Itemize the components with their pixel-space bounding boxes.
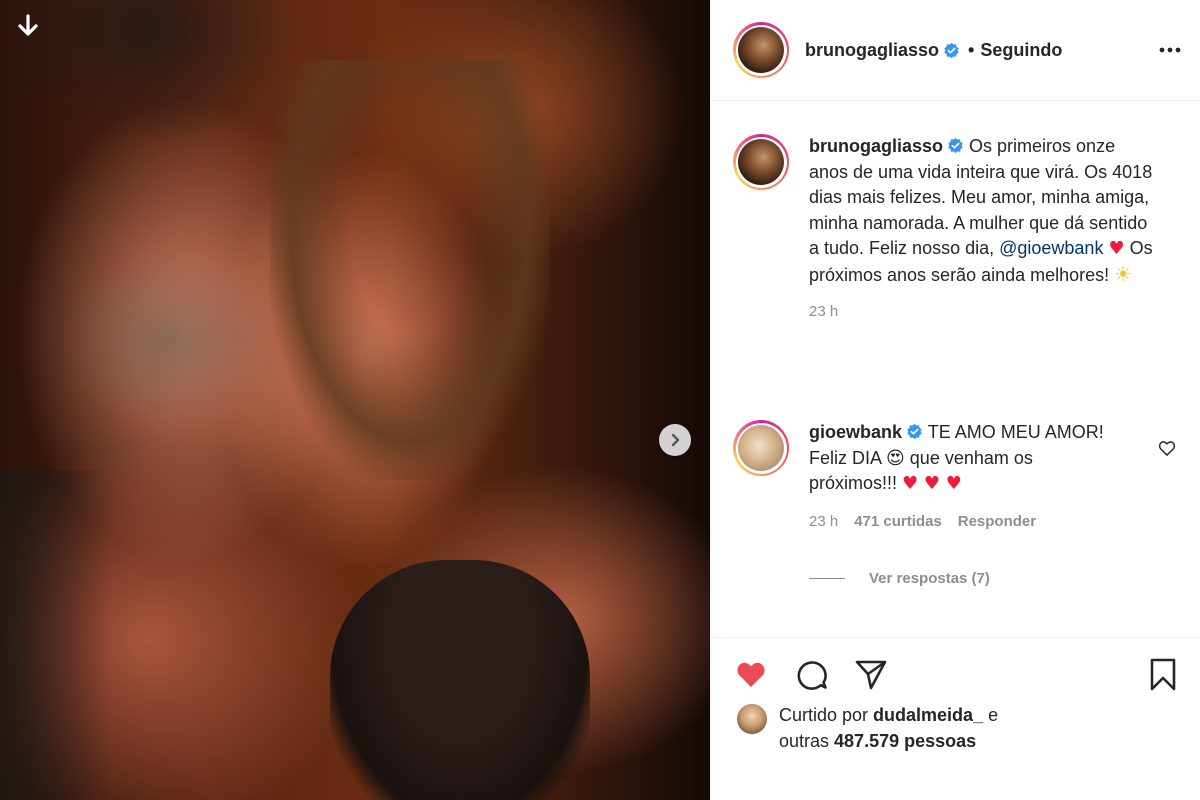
comment-like-count[interactable]: 471 curtidas	[854, 509, 942, 535]
heart-eyes-emoji: 😍	[886, 447, 905, 469]
liker-username[interactable]: dudalmeida_	[873, 705, 983, 725]
next-photo-button[interactable]	[659, 424, 691, 456]
post-side-panel: brunogagliasso • Seguindo brunogagliasso	[710, 0, 1200, 800]
comment-like-heart-icon[interactable]	[1157, 438, 1177, 458]
sun-emoji: ☀	[1114, 261, 1133, 286]
more-dots-icon[interactable]	[1158, 38, 1182, 62]
view-replies-label: Ver respostas (7)	[869, 570, 990, 587]
commenter-avatar-photo	[738, 425, 784, 471]
verified-badge-icon	[944, 42, 959, 58]
likes-summary: Curtido por dudalmeida_ e outras 487.579…	[737, 702, 1069, 754]
likes-prefix: Curtido por	[779, 705, 874, 725]
photo-swimsuit	[330, 560, 590, 800]
caption-text: brunogagliasso Os primeiros onze anos de…	[809, 134, 1157, 325]
paper-plane-icon[interactable]	[853, 656, 889, 692]
comment-item: gioewbank TE AMO MEU AMOR! Feliz DIA 😍 q…	[733, 420, 1183, 534]
post-photo[interactable]	[0, 0, 710, 800]
caption-mention-link[interactable]: @gioewbank	[999, 238, 1103, 258]
caption: brunogagliasso Os primeiros onze anos de…	[733, 134, 1157, 325]
likes-others-prefix: outras	[779, 731, 835, 751]
comments-area[interactable]: brunogagliasso Os primeiros onze anos de…	[711, 102, 1200, 636]
author-username[interactable]: brunogagliasso	[805, 40, 939, 61]
liker-avatar[interactable]	[737, 704, 767, 734]
reply-button[interactable]: Responder	[958, 509, 1036, 535]
post-header: brunogagliasso • Seguindo	[711, 0, 1200, 101]
chevron-right-icon	[671, 433, 680, 447]
view-replies-button[interactable]: Ver respostas (7)	[809, 570, 990, 587]
photo-tattoo	[0, 470, 110, 800]
comment-bubble-icon[interactable]	[793, 656, 829, 692]
comment-timestamp[interactable]: 23 h	[809, 509, 838, 535]
comment-meta: 23 h 471 curtidas Responder	[809, 509, 1119, 535]
author-avatar[interactable]	[733, 22, 789, 78]
likes-and: e	[983, 705, 999, 725]
commenter-username[interactable]: gioewbank	[809, 422, 902, 442]
bookmark-icon[interactable]	[1145, 656, 1181, 692]
verified-badge-icon	[907, 423, 922, 440]
caption-username[interactable]: brunogagliasso	[809, 136, 943, 156]
photo-man-hair	[10, 0, 290, 140]
photo-man-beard	[60, 250, 280, 430]
download-arrow-icon[interactable]	[14, 12, 42, 40]
photo-woman-hair	[270, 60, 550, 480]
caption-avatar-photo	[738, 139, 784, 185]
likes-others-count[interactable]: 487.579 pessoas	[834, 731, 976, 751]
author-avatar-photo	[738, 27, 784, 73]
caption-avatar[interactable]	[733, 134, 789, 190]
caption-timestamp[interactable]: 23 h	[809, 299, 1157, 325]
likes-text: Curtido por dudalmeida_ e outras 487.579…	[779, 702, 1069, 754]
replies-divider	[809, 578, 845, 579]
heart-filled-icon[interactable]	[733, 656, 769, 692]
header-separator: •	[968, 39, 975, 60]
red-heart-emoji: ♥	[1108, 238, 1125, 259]
red-hearts-emoji: ♥ ♥ ♥	[902, 473, 962, 494]
follow-status-button[interactable]: Seguindo	[980, 40, 1062, 61]
verified-badge-icon	[948, 137, 963, 154]
commenter-avatar[interactable]	[733, 420, 789, 476]
comment-text: gioewbank TE AMO MEU AMOR! Feliz DIA 😍 q…	[809, 420, 1119, 534]
action-bar	[711, 637, 1200, 707]
